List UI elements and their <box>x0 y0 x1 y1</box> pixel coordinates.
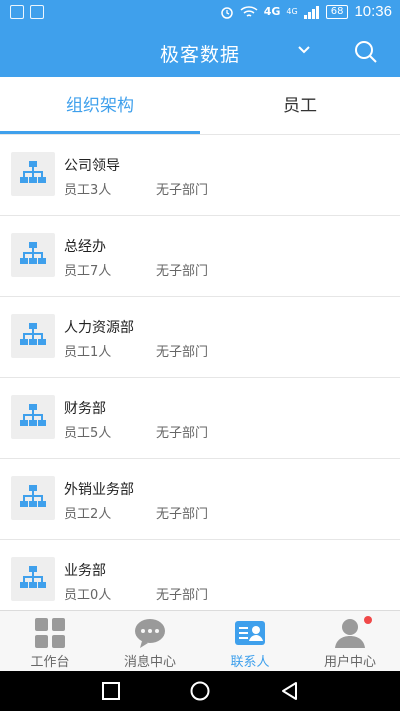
battery-level: 68 <box>325 4 349 19</box>
list-item[interactable]: 公司领导 员工3人 无子部门 <box>0 135 400 216</box>
employee-count: 员工7人 <box>64 264 112 279</box>
active-tab-indicator <box>0 131 200 134</box>
list-item[interactable]: 业务部 员工0人 无子部门 <box>0 540 400 610</box>
nav-label: 工作台 <box>30 655 70 670</box>
employee-count: 员工3人 <box>64 183 112 198</box>
tab-employees[interactable]: 员工 <box>200 77 400 135</box>
user-icon <box>335 619 365 648</box>
org-chart-icon <box>11 395 55 439</box>
employee-count: 员工2人 <box>64 507 112 522</box>
network-type: 4G <box>263 5 281 18</box>
status-bar: 4G 4G 68 10:36 <box>0 0 400 26</box>
subdepartment-status: 无子部门 <box>156 588 209 603</box>
tab-bar: 组织架构 员工 <box>0 77 400 135</box>
org-chart-icon <box>11 152 55 196</box>
nav-user-center[interactable]: 用户中心 <box>300 611 400 672</box>
subdepartment-status: 无子部门 <box>156 426 209 441</box>
notification-icons <box>10 5 44 19</box>
notification-badge <box>364 616 372 624</box>
bottom-navigation: 工作台 消息中心 联系人 用户中心 <box>0 610 400 671</box>
department-name: 总经办 <box>64 239 106 255</box>
org-chart-icon <box>11 557 55 601</box>
tab-organization[interactable]: 组织架构 <box>0 77 200 135</box>
recent-apps-icon[interactable] <box>101 681 121 701</box>
image-notification-icon <box>30 5 44 19</box>
network-type-secondary: 4G <box>286 7 298 16</box>
list-item[interactable]: 总经办 员工7人 无子部门 <box>0 216 400 297</box>
employee-count: 员工0人 <box>64 588 112 603</box>
company-title[interactable]: 极客数据 <box>0 40 400 67</box>
department-name: 财务部 <box>64 401 106 417</box>
subdepartment-status: 无子部门 <box>156 183 209 198</box>
org-chart-icon <box>11 314 55 358</box>
signal-icon <box>303 5 319 19</box>
app-bar: 极客数据 <box>0 26 400 77</box>
subdepartment-status: 无子部门 <box>156 345 209 360</box>
home-icon[interactable] <box>190 681 210 701</box>
list-item[interactable]: 外销业务部 员工2人 无子部门 <box>0 459 400 540</box>
employee-count: 员工5人 <box>64 426 112 441</box>
system-navigation-bar <box>0 671 400 711</box>
nav-workbench[interactable]: 工作台 <box>0 611 100 672</box>
notification-icon <box>10 5 24 19</box>
employee-count: 员工1人 <box>64 345 112 360</box>
department-name: 人力资源部 <box>64 320 134 336</box>
nav-label: 联系人 <box>230 655 270 670</box>
subdepartment-status: 无子部门 <box>156 264 209 279</box>
department-name: 外销业务部 <box>64 482 134 498</box>
nav-label: 用户中心 <box>323 655 376 670</box>
back-icon[interactable] <box>280 681 300 701</box>
chat-icon <box>135 619 165 648</box>
nav-messages[interactable]: 消息中心 <box>100 611 200 672</box>
nav-contacts[interactable]: 联系人 <box>200 611 300 672</box>
org-chart-icon <box>11 476 55 520</box>
list-item[interactable]: 财务部 员工5人 无子部门 <box>0 378 400 459</box>
contact-card-icon <box>235 621 265 645</box>
clock: 10:36 <box>354 3 392 20</box>
grid-icon <box>35 618 65 648</box>
search-icon[interactable] <box>354 40 378 64</box>
department-name: 业务部 <box>64 563 106 579</box>
department-list: 公司领导 员工3人 无子部门 总经办 员工7人 无子部门 人力资源部 员工1人 … <box>0 135 400 610</box>
list-item[interactable]: 人力资源部 员工1人 无子部门 <box>0 297 400 378</box>
nav-label: 消息中心 <box>123 655 176 670</box>
chevron-down-icon[interactable] <box>296 42 312 58</box>
org-chart-icon <box>11 233 55 277</box>
wifi-icon <box>240 5 258 17</box>
department-name: 公司领导 <box>64 158 120 174</box>
status-indicators: 4G 4G 68 10:36 <box>220 3 392 20</box>
subdepartment-status: 无子部门 <box>156 507 209 522</box>
alarm-icon <box>220 6 233 19</box>
